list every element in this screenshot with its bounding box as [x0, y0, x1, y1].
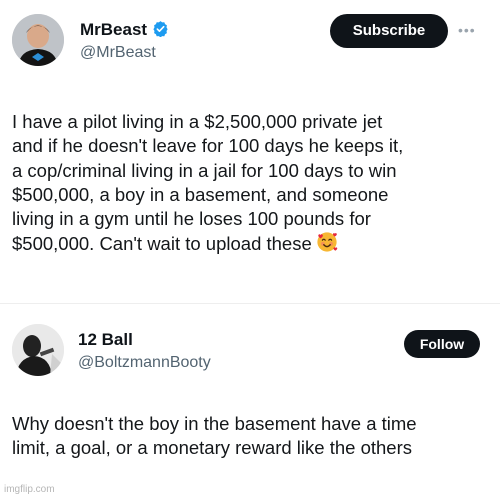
tweet-text: Why doesn't the boy in the basement have…: [12, 413, 417, 459]
display-name-text: MrBeast: [80, 20, 148, 39]
avatar-photo-icon: [12, 324, 64, 376]
avatar[interactable]: [12, 324, 64, 376]
avatar-photo-icon: [12, 14, 64, 66]
display-name[interactable]: MrBeast: [80, 20, 169, 40]
user-handle[interactable]: @MrBeast: [80, 44, 156, 62]
tweet-mrbeast: MrBeast @MrBeast Subscribe ••• I have a …: [0, 0, 500, 302]
tweet-body: Why doesn't the boy in the basement have…: [12, 412, 490, 461]
verified-badge-icon: [153, 21, 168, 37]
tweet-body: I have a pilot living in a $2,500,000 pr…: [12, 110, 490, 257]
follow-button[interactable]: Follow: [404, 330, 480, 358]
post-divider: [0, 303, 500, 304]
smiling-face-with-hearts-icon: [317, 232, 338, 253]
user-handle[interactable]: @BoltzmannBooty: [78, 354, 211, 372]
tweet-text: I have a pilot living in a $2,500,000 pr…: [12, 111, 404, 255]
more-options-icon[interactable]: •••: [458, 20, 484, 40]
avatar[interactable]: [12, 14, 64, 66]
subscribe-button[interactable]: Subscribe: [330, 14, 448, 48]
watermark: imgflip.com: [4, 484, 55, 495]
display-name[interactable]: 12 Ball: [78, 330, 133, 350]
